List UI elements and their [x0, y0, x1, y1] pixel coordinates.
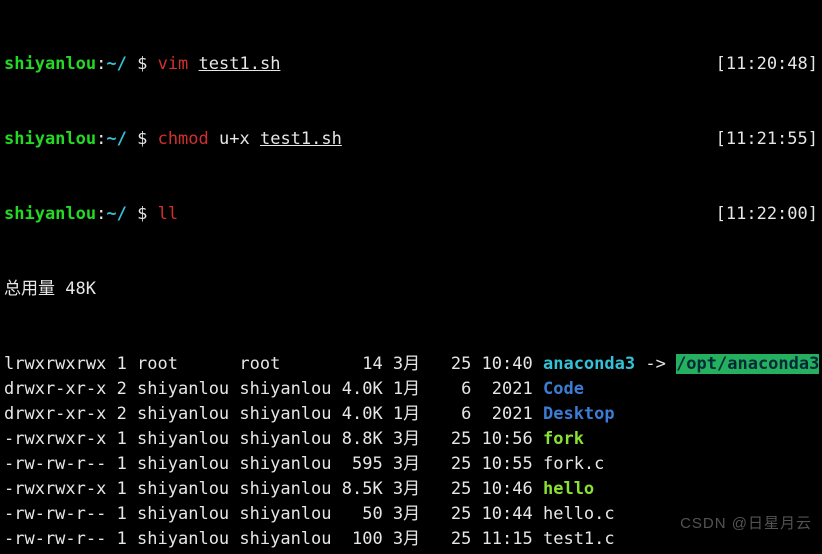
ls-filename: Desktop — [543, 404, 615, 424]
watermark: CSDN @日星月云 — [680, 511, 812, 536]
cmd-chmod: chmod — [158, 129, 209, 149]
ls-filename: hello — [543, 479, 594, 499]
ls-row: lrwxrwxrwx 1 root root 14 3月 25 10:40 an… — [4, 352, 818, 377]
ls-row: -rwxrwxr-x 1 shiyanlou shiyanlou 8.8K 3月… — [4, 427, 818, 452]
prompt-user: shiyanlou — [4, 54, 96, 74]
ls-row: -rw-rw-r-- 1 shiyanlou shiyanlou 595 3月 … — [4, 452, 818, 477]
cmd-line-3: shiyanlou:~/ $ ll [11:22:00] — [4, 202, 818, 227]
cmd-vim: vim — [158, 54, 189, 74]
timestamp: [11:20:48] — [716, 52, 818, 77]
terminal[interactable]: shiyanlou:~/ $ vim test1.sh [11:20:48] s… — [0, 0, 822, 554]
ls-row: -rwxrwxr-x 1 shiyanlou shiyanlou 8.5K 3月… — [4, 477, 818, 502]
cmd-line-2: shiyanlou:~/ $ chmod u+x test1.sh [11:21… — [4, 127, 818, 152]
cmd-line-1: shiyanlou:~/ $ vim test1.sh [11:20:48] — [4, 52, 818, 77]
ls-row: drwxr-xr-x 2 shiyanlou shiyanlou 4.0K 1月… — [4, 377, 818, 402]
timestamp: [11:22:00] — [716, 202, 818, 227]
ls-filename: hello.c — [543, 504, 615, 524]
cmd-ll: ll — [158, 204, 178, 224]
ls-row: drwxr-xr-x 2 shiyanlou shiyanlou 4.0K 1月… — [4, 402, 818, 427]
ls-filename: anaconda3 — [543, 354, 635, 374]
ls-filename: Code — [543, 379, 584, 399]
ls-filename: fork.c — [543, 454, 604, 474]
ls-total: 总用量 48K — [4, 277, 818, 302]
ls-filename: test1.c — [543, 529, 615, 549]
ls-symlink-target: /opt/anaconda3 — [676, 354, 819, 374]
timestamp: [11:21:55] — [716, 127, 818, 152]
arg-test1: test1.sh — [199, 54, 281, 74]
ls-filename: fork — [543, 429, 584, 449]
